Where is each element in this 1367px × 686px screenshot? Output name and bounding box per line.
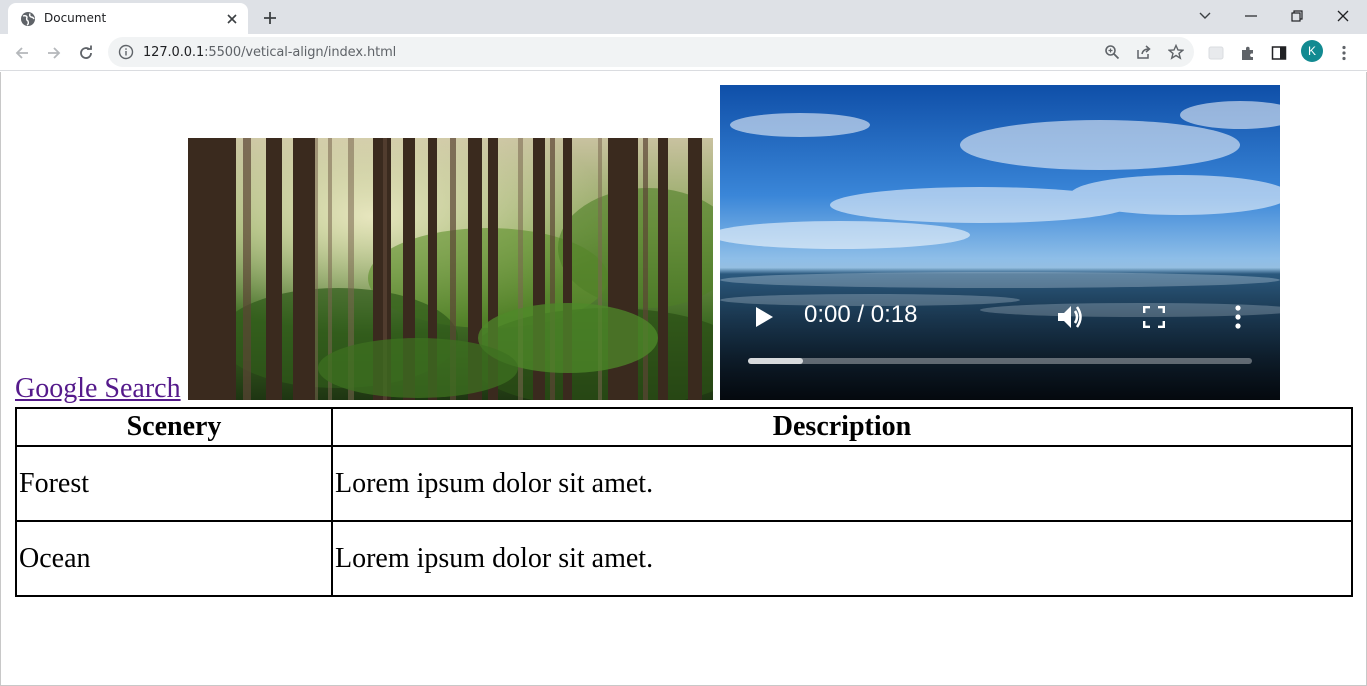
page-viewport: Google Search 0:00 / 0:18 Scenery Descri…	[0, 72, 1367, 686]
new-tab-icon[interactable]	[258, 6, 282, 30]
profile-avatar[interactable]: K	[1301, 40, 1323, 62]
google-search-link[interactable]: Google Search	[15, 373, 181, 405]
video-progress-track[interactable]	[748, 358, 1252, 364]
address-bar[interactable]: 127.0.0.1:5500/vetical-align/index.html	[108, 37, 1194, 67]
tab-title: Document	[44, 11, 107, 25]
reload-icon[interactable]	[72, 39, 100, 67]
forward-icon[interactable]	[40, 39, 68, 67]
cell-scenery: Ocean	[15, 520, 333, 597]
video-player[interactable]: 0:00 / 0:18	[720, 85, 1280, 400]
more-menu-icon[interactable]	[1332, 41, 1356, 65]
close-tab-icon[interactable]	[222, 9, 242, 29]
play-icon[interactable]	[747, 300, 781, 334]
table-row: Forest Lorem ipsum dolor sit amet.	[15, 445, 1353, 522]
url-text[interactable]: 127.0.0.1:5500/vetical-align/index.html	[143, 45, 396, 60]
zoom-icon[interactable]	[1102, 42, 1122, 62]
side-panel-icon[interactable]	[1267, 41, 1291, 65]
url-path: :5500/vetical-align/index.html	[204, 45, 397, 60]
scenery-table: Scenery Description Forest Lorem ipsum d…	[15, 407, 1353, 597]
minimize-icon[interactable]	[1228, 0, 1274, 32]
video-frame	[720, 85, 1280, 400]
cell-scenery: Forest	[15, 445, 333, 522]
cell-description: Lorem ipsum dolor sit amet.	[331, 520, 1353, 597]
browser-tab[interactable]: Document	[8, 3, 248, 34]
back-icon[interactable]	[8, 39, 36, 67]
header-scenery: Scenery	[15, 407, 333, 447]
video-more-icon[interactable]	[1221, 300, 1255, 334]
video-time: 0:00 / 0:18	[804, 301, 918, 328]
globe-icon	[21, 12, 35, 26]
header-description: Description	[331, 407, 1353, 447]
table-row: Ocean Lorem ipsum dolor sit amet.	[15, 520, 1353, 597]
video-buffered-bar	[748, 358, 804, 364]
bookmark-star-icon[interactable]	[1166, 42, 1186, 62]
fullscreen-icon[interactable]	[1137, 300, 1171, 334]
browser-toolbar: 127.0.0.1:5500/vetical-align/index.html	[0, 34, 1367, 71]
extensions-puzzle-icon[interactable]	[1236, 41, 1260, 65]
close-window-icon[interactable]	[1320, 0, 1366, 32]
tab-search-icon[interactable]	[1182, 0, 1228, 32]
volume-icon[interactable]	[1053, 300, 1087, 334]
forest-image	[188, 138, 713, 400]
tab-strip: Document	[0, 0, 1367, 34]
url-host: 127.0.0.1	[143, 45, 205, 60]
table-header-row: Scenery Description	[15, 407, 1353, 447]
restore-icon[interactable]	[1274, 0, 1320, 32]
share-icon[interactable]	[1134, 42, 1154, 62]
site-info-icon[interactable]	[118, 44, 134, 60]
extension-placeholder-icon[interactable]	[1204, 41, 1228, 65]
cell-description: Lorem ipsum dolor sit amet.	[331, 445, 1353, 522]
